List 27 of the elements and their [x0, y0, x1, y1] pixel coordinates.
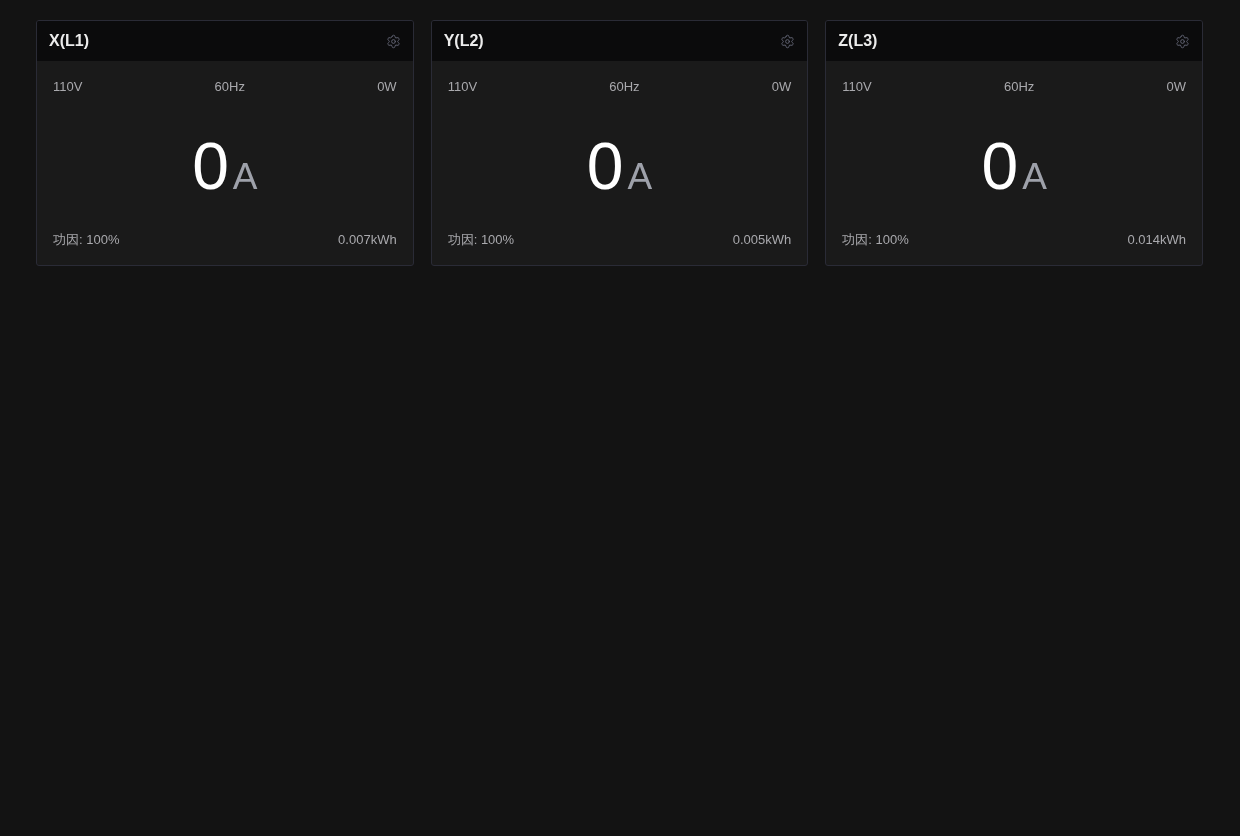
- voltage-reading: 110V: [842, 79, 872, 95]
- settings-icon[interactable]: [1175, 33, 1190, 49]
- power-reading: 0W: [771, 79, 792, 95]
- energy-reading: 0.005kWh: [732, 232, 792, 248]
- power-factor-reading: 功因: 100%: [842, 232, 909, 248]
- current-unit: A: [627, 156, 653, 197]
- power-reading: 0W: [377, 79, 397, 95]
- energy-reading: 0.014kWh: [1127, 232, 1186, 248]
- power-factor-reading: 功因: 100%: [53, 232, 120, 248]
- frequency-reading: 60Hz: [214, 79, 245, 95]
- current-value: 0: [586, 130, 624, 201]
- current-unit: A: [232, 156, 258, 197]
- settings-icon[interactable]: [780, 33, 796, 49]
- energy-reading: 0.007kWh: [338, 232, 397, 248]
- power-factor-reading: 功因: 100%: [447, 232, 515, 248]
- card-title: Y(L2): [443, 32, 484, 50]
- voltage-reading: 110V: [53, 79, 83, 95]
- card-title: X(L1): [49, 32, 89, 50]
- current-value: 0: [192, 130, 229, 201]
- current-value: 0: [981, 130, 1019, 201]
- voltage-reading: 110V: [447, 79, 478, 95]
- frequency-reading: 60Hz: [1003, 79, 1035, 95]
- power-reading: 0W: [1166, 79, 1186, 95]
- frequency-reading: 60Hz: [609, 79, 640, 95]
- current-unit: A: [1022, 156, 1047, 197]
- card-title: Z(L3): [838, 32, 878, 50]
- settings-icon[interactable]: [385, 33, 401, 49]
